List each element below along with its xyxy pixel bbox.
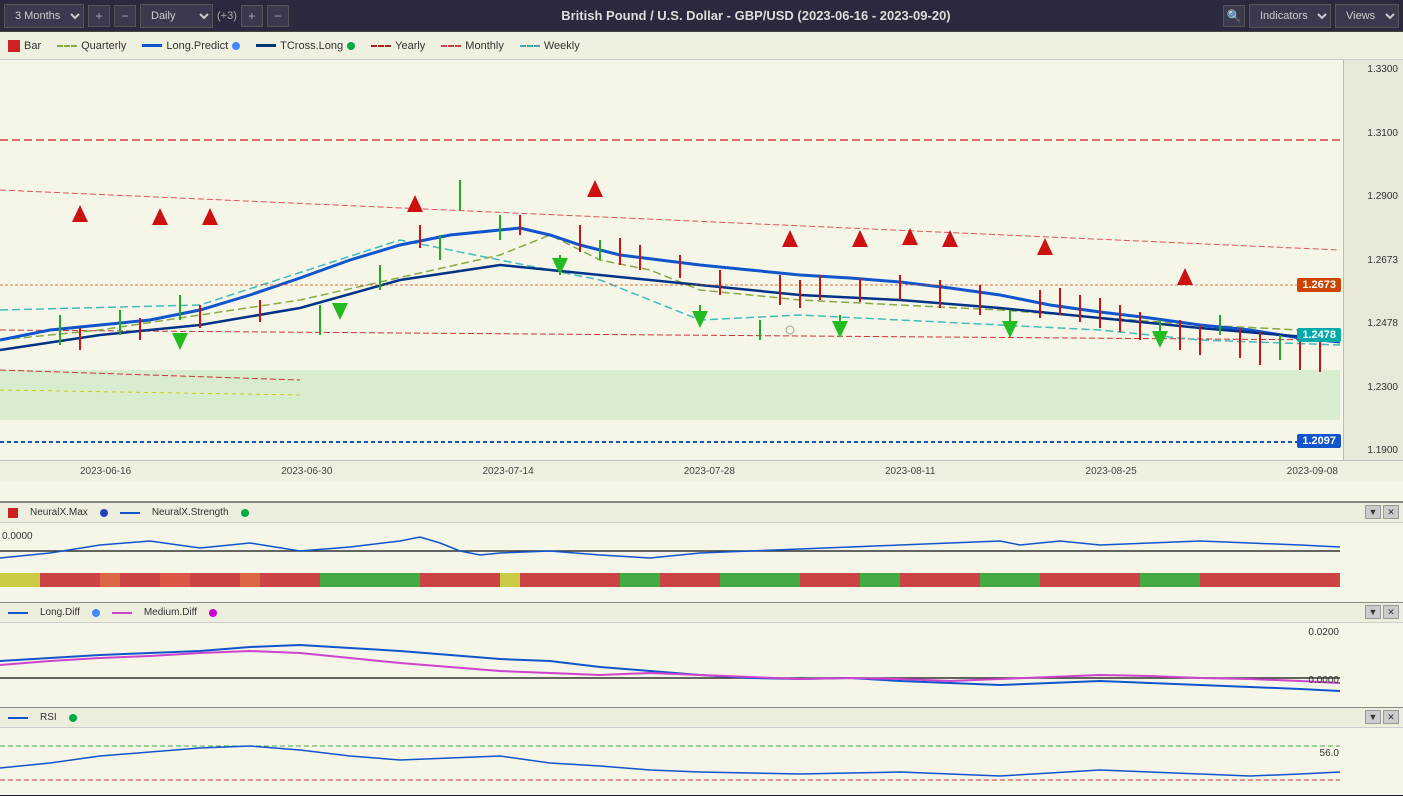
price-badge-2: 1.2478 (1297, 328, 1341, 342)
neurax-strength-icon (120, 512, 140, 514)
date-axis: 2023-06-16 2023-06-30 2023-07-14 2023-07… (0, 460, 1403, 482)
diff-svg (0, 623, 1340, 706)
legend-weekly: Weekly (520, 40, 580, 52)
long-diff-dot (92, 609, 100, 617)
neurax-close-btn[interactable]: ✕ (1383, 505, 1399, 519)
price-label-low: 1.1900 (1346, 445, 1401, 456)
legend-yearly-label: Yearly (395, 40, 425, 52)
legend-tcrosslong: TCross.Long (256, 40, 355, 52)
period-select[interactable]: 3 Months 1 Month 6 Months 1 Year (4, 4, 84, 28)
date-4: 2023-07-28 (684, 466, 735, 477)
rsi-dot (69, 714, 77, 722)
date-7: 2023-09-08 (1287, 466, 1338, 477)
medium-diff-icon (112, 612, 132, 614)
price-label-1: 1.3100 (1346, 128, 1401, 139)
diff-canvas: 0.0200 0.0000 (0, 623, 1403, 706)
long-diff-icon (8, 612, 28, 614)
rsi-label: RSI (40, 712, 57, 723)
date-2: 2023-06-30 (281, 466, 332, 477)
rsi-value: 56.0 (1320, 748, 1339, 759)
legend-quarterly: Quarterly (57, 40, 126, 52)
price-chart-section: Bar Quarterly Long.Predict TCross.Long Y… (0, 32, 1403, 502)
neurax-value: 0.0000 (2, 531, 33, 542)
diff-value-high: 0.0200 (1308, 627, 1339, 638)
neurax-panel-controls: ▼ ✕ (1365, 505, 1399, 519)
price-label-5: 1.2300 (1346, 382, 1401, 393)
price-label-3: 1.2673 (1346, 255, 1401, 266)
longpredict-dot (232, 42, 240, 50)
legend-longpredict-label: Long.Predict (166, 40, 228, 52)
price-badge-1: 1.2673 (1297, 278, 1341, 292)
rsi-panel: RSI ▼ ✕ 56.0 (0, 707, 1403, 795)
diff-minimize-btn[interactable]: ▼ (1365, 605, 1381, 619)
toolbar: 3 Months 1 Month 6 Months 1 Year + − Dai… (0, 0, 1403, 32)
offset-label: (+3) (217, 10, 237, 22)
neurax-max-label: NeuralX.Max (30, 507, 88, 518)
rsi-legend: RSI ▼ ✕ (0, 708, 1403, 728)
neurax-panel: NeuralX.Max NeuralX.Strength ▼ ✕ 0.0000 (0, 502, 1403, 602)
tcrosslong-legend-icon (256, 44, 276, 47)
legend-weekly-label: Weekly (544, 40, 580, 52)
legend-yearly: Yearly (371, 40, 425, 52)
neurax-dot2 (241, 509, 249, 517)
longpredict-legend-icon (142, 44, 162, 47)
neurax-svg (0, 523, 1340, 601)
price-chart-svg (0, 60, 1340, 460)
neurax-canvas: 0.0000 (0, 523, 1403, 601)
yearly-legend-icon (371, 45, 391, 47)
medium-diff-label: Medium.Diff (144, 607, 197, 618)
weekly-legend-icon (520, 45, 540, 47)
diff-value-zero: 0.0000 (1308, 675, 1339, 686)
rsi-close-btn[interactable]: ✕ (1383, 710, 1399, 724)
timeframe-select[interactable]: Daily Weekly Monthly (140, 4, 213, 28)
price-label-4: 1.2478 (1346, 318, 1401, 329)
period-plus-btn[interactable]: + (88, 5, 110, 27)
neurax-minimize-btn[interactable]: ▼ (1365, 505, 1381, 519)
period-minus-btn[interactable]: − (114, 5, 136, 27)
diff-close-btn[interactable]: ✕ (1383, 605, 1399, 619)
chart-title: British Pound / U.S. Dollar - GBP/USD (2… (293, 8, 1219, 23)
neurax-strength-dot (100, 509, 108, 517)
rsi-minimize-btn[interactable]: ▼ (1365, 710, 1381, 724)
price-label-2: 1.2900 (1346, 191, 1401, 202)
quarterly-legend-icon (57, 45, 77, 47)
medium-diff-dot (209, 609, 217, 617)
legend-bar-label: Bar (24, 40, 41, 52)
legend-bar: Bar (8, 40, 41, 52)
date-5: 2023-08-11 (885, 466, 935, 477)
tcrosslong-dot (347, 42, 355, 50)
date-3: 2023-07-14 (483, 466, 534, 477)
indicators-select[interactable]: Indicators (1249, 4, 1331, 28)
rsi-canvas: 56.0 (0, 728, 1403, 794)
price-label-high: 1.3300 (1346, 64, 1401, 75)
legend-monthly-label: Monthly (465, 40, 504, 52)
main-container: Bar Quarterly Long.Predict TCross.Long Y… (0, 32, 1403, 796)
neurax-legend: NeuralX.Max NeuralX.Strength ▼ ✕ (0, 503, 1403, 523)
monthly-legend-icon (441, 45, 461, 47)
rsi-line-icon (8, 717, 28, 719)
diff-panel: Long.Diff Medium.Diff ▼ ✕ 0.0200 0.0000 (0, 602, 1403, 707)
legend-longpredict: Long.Predict (142, 40, 240, 52)
offset-minus-btn[interactable]: − (267, 5, 289, 27)
price-chart-canvas: 1.2673 1.2478 1.2097 1.3300 1.3100 1.290… (0, 60, 1403, 460)
price-badge-3: 1.2097 (1297, 434, 1341, 448)
legend-monthly: Monthly (441, 40, 504, 52)
diff-panel-controls: ▼ ✕ (1365, 605, 1399, 619)
rsi-panel-controls: ▼ ✕ (1365, 710, 1399, 724)
neurax-strength-label: NeuralX.Strength (152, 507, 229, 518)
offset-plus-btn[interactable]: + (241, 5, 263, 27)
diff-legend: Long.Diff Medium.Diff ▼ ✕ (0, 603, 1403, 623)
long-diff-label: Long.Diff (40, 607, 80, 618)
date-6: 2023-08-25 (1086, 466, 1137, 477)
views-select[interactable]: Views (1335, 4, 1399, 28)
neurax-max-icon (8, 508, 18, 518)
date-1: 2023-06-16 (80, 466, 131, 477)
price-axis: 1.3300 1.3100 1.2900 1.2673 1.2478 1.230… (1343, 60, 1403, 460)
chart-legend: Bar Quarterly Long.Predict TCross.Long Y… (0, 32, 1403, 60)
bar-legend-icon (8, 40, 20, 52)
rsi-svg (0, 728, 1340, 794)
legend-quarterly-label: Quarterly (81, 40, 126, 52)
legend-tcrosslong-label: TCross.Long (280, 40, 343, 52)
search-icon[interactable]: 🔍 (1223, 5, 1245, 27)
